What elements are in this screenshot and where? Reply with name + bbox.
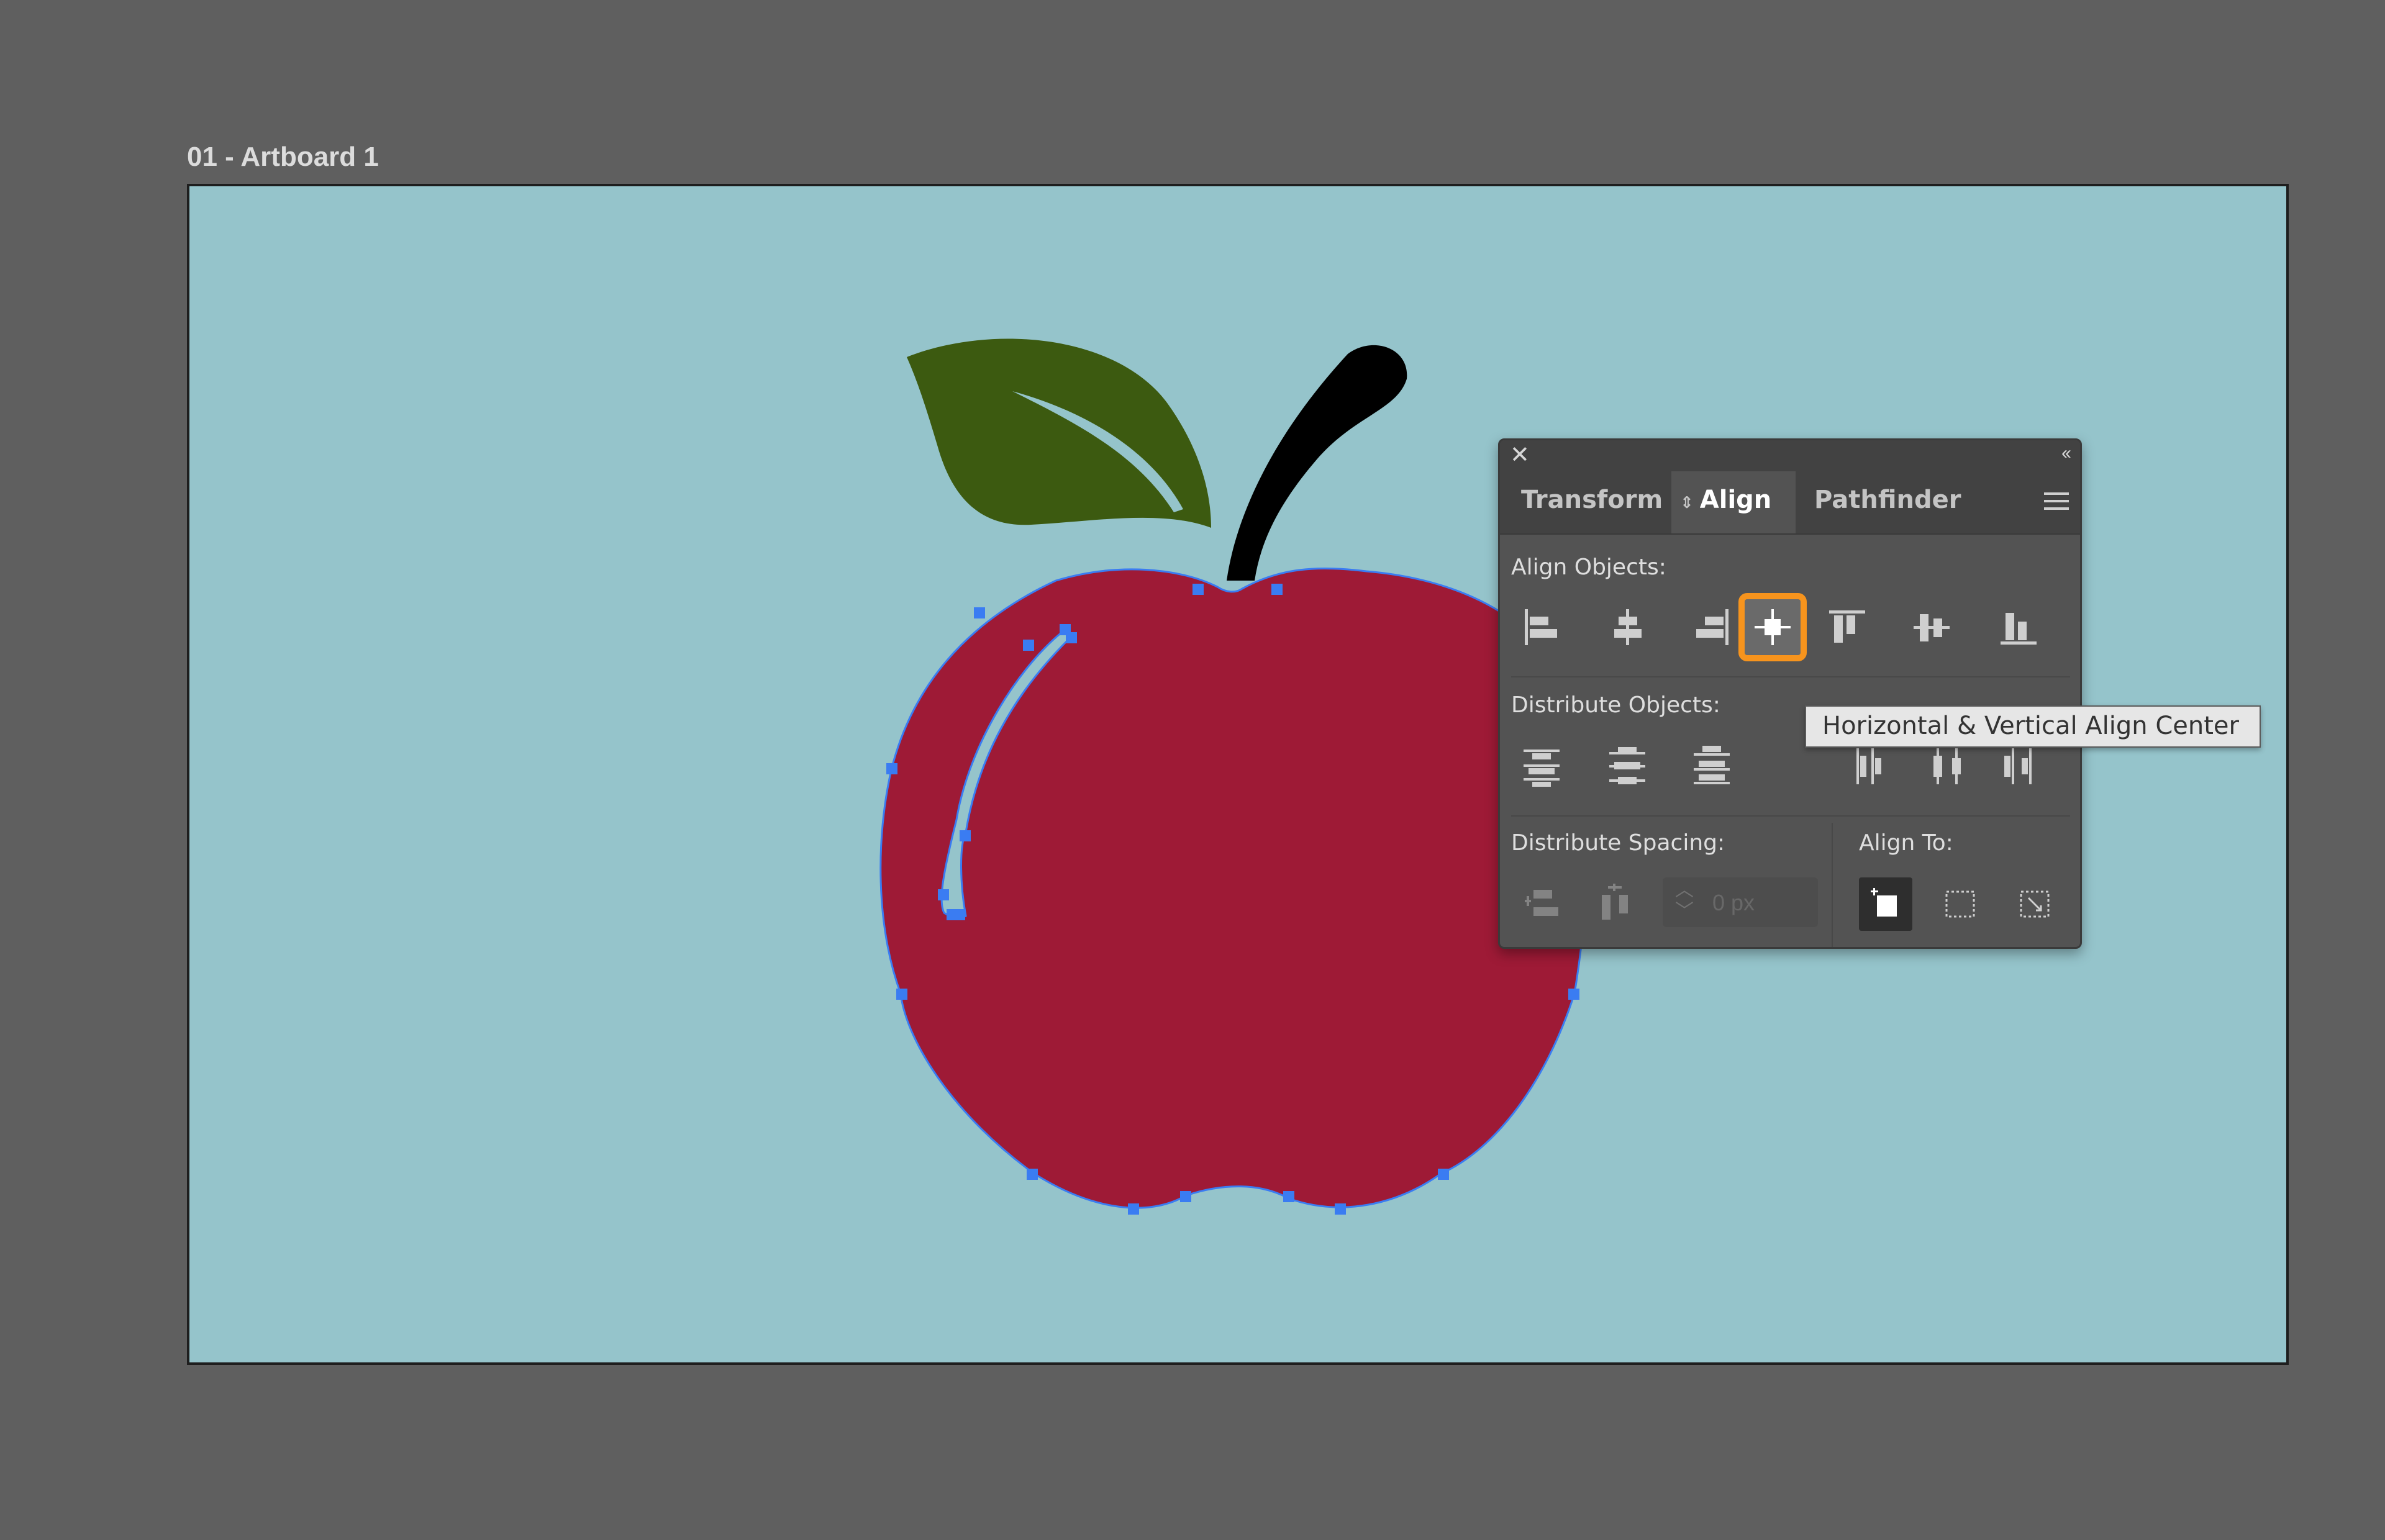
align-to-artboard-button[interactable] [1859,877,1912,931]
horizontal-distribute-space-icon [1602,884,1628,920]
distribute-top-icon [1524,750,1560,787]
tab-align-label: Align [1699,486,1772,514]
tab-align[interactable]: ⇕ Align [1671,471,1796,533]
horizontal-align-center-button[interactable] [1599,599,1655,655]
align-top-icon [1829,610,1865,643]
updown-arrow-icon: ⇕ [1680,494,1694,512]
distribute-horizontal-center-icon [1933,748,1961,784]
stepper-arrows-icon[interactable]: ︿ ﹀ [1675,880,1694,922]
apple-body[interactable] [879,567,1589,1209]
horizontal-align-left-button[interactable] [1514,599,1570,655]
distribute-right-icon [2004,748,2032,784]
stem-shape[interactable] [1227,345,1407,581]
panel-titlebar[interactable]: ✕ ‹‹ [1500,440,2080,471]
tab-pathfinder[interactable]: Pathfinder [1814,471,1961,533]
vertical-distribute-space-icon [1525,890,1558,916]
horizontal-vertical-align-center-button[interactable] [1738,593,1807,661]
vertical-distribute-bottom-button[interactable] [1684,738,1740,794]
tab-transform-label: Transform [1521,486,1663,514]
align-objects-label: Align Objects: [1511,555,1666,580]
spacing-value: 0 px [1712,890,1755,915]
hamburger-menu-icon[interactable] [2044,492,2069,515]
divider [1511,676,2070,677]
align-panel[interactable]: ✕ ‹‹ Transform ⇕ Align Pathfinder Align O… [1498,438,2082,949]
align-vertical-center-icon [1914,614,1950,641]
horizontal-align-right-button[interactable] [1684,599,1740,655]
tab-transform[interactable]: Transform [1521,471,1663,533]
align-left-icon [1525,609,1557,645]
distribute-spacing-label: Distribute Spacing: [1511,830,1725,856]
align-to-key-object-button[interactable] [2008,877,2061,931]
distribute-left-icon [1856,748,1881,784]
vertical-align-bottom-button[interactable] [1991,599,2047,655]
vertical-distribute-center-button[interactable] [1599,738,1655,794]
align-center-both-icon [1755,609,1791,645]
vertical-distribute-top-button[interactable] [1514,738,1570,794]
tab-pathfinder-label: Pathfinder [1814,486,1961,514]
distribute-objects-label: Distribute Objects: [1511,692,1720,718]
vertical-distribute-space-button[interactable] [1514,875,1570,931]
close-icon[interactable]: ✕ [1510,443,1530,468]
distribute-bottom-icon [1694,746,1730,784]
vertical-align-center-button[interactable] [1904,599,1960,655]
panel-tabs: Transform ⇕ Align Pathfinder [1500,471,2080,535]
align-horizontal-center-icon [1614,609,1642,645]
align-right-icon [1696,609,1729,645]
align-to-label: Align To: [1859,830,1953,856]
align-to-selection-button[interactable] [1933,877,1987,931]
divider [1832,823,1833,947]
vertical-align-top-button[interactable] [1819,599,1875,655]
distribute-vertical-center-icon [1609,747,1645,784]
double-chevron-left-icon[interactable]: ‹‹ [2061,443,2071,464]
selection-icon [1945,890,1975,918]
divider [1511,815,2070,817]
horizontal-distribute-space-button[interactable] [1587,875,1643,931]
tooltip: Horizontal & Vertical Align Center [1805,705,2261,748]
spacing-stepper[interactable]: ︿ ﹀ 0 px [1663,877,1818,927]
artboard-icon [1871,888,1897,917]
key-object-icon [2020,890,2050,918]
align-bottom-icon [2001,613,2037,645]
